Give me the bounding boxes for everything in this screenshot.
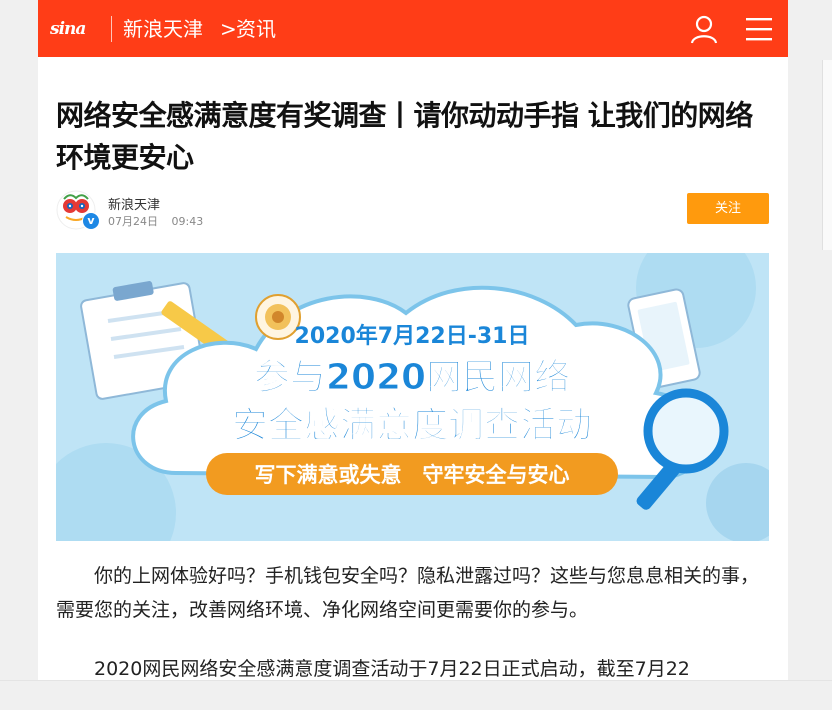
sina-logo[interactable]: sina — [50, 15, 90, 43]
article-title: 网络安全感满意度有奖调查丨请你动动手指 让我们的网络环境更安心 — [56, 99, 753, 174]
banner-headline-1: 参与2020网民网络 — [254, 356, 570, 398]
publish-time: 09:43 — [171, 215, 204, 228]
channel-link[interactable]: 新浪天津 — [123, 14, 203, 44]
logo-text: sina — [50, 19, 86, 39]
author-name[interactable]: 新浪天津 — [108, 194, 160, 213]
publish-date: 07月24日 — [108, 215, 158, 228]
bottom-bar — [0, 680, 832, 710]
emblem-icon — [255, 294, 301, 340]
breadcrumb-chevron-icon: > — [220, 17, 237, 41]
article-paragraph-1: 你的上网体验好吗？手机钱包安全吗？隐私泄露过吗？这些与您息息相关的事，需要您的关… — [56, 565, 760, 621]
verified-badge-icon: v — [82, 212, 100, 230]
banner-date-line: 2020年7月22日-31日 — [295, 323, 530, 349]
banner-slogan: 写下满意或失意 守牢安全与安心 — [255, 463, 570, 487]
user-icon[interactable] — [689, 14, 719, 44]
section-link[interactable]: 资讯 — [236, 14, 276, 44]
article-paragraph-2: 2020网民网络安全感满意度调查活动于7月22日正式启动，截至7月22 — [94, 658, 690, 680]
banner-headline-2: 安全感满意度调查活动 — [232, 404, 592, 446]
publish-meta: 07月24日 09:43 — [108, 213, 203, 229]
top-nav-bar: sina 新浪天津 > 资讯 — [38, 0, 788, 57]
menu-icon[interactable] — [744, 16, 774, 42]
side-panel-edge — [822, 60, 832, 250]
article-banner-image: 2020年7月22日-31日 参与2020网民网络 安全感满意度调查活动 写下满… — [56, 253, 769, 541]
follow-button[interactable]: 关注 — [687, 193, 769, 224]
article-page: sina 新浪天津 > 资讯 网络安全感满意度有奖调查丨请你动动手指 让我们的网… — [38, 0, 788, 680]
nav-divider — [111, 16, 112, 42]
